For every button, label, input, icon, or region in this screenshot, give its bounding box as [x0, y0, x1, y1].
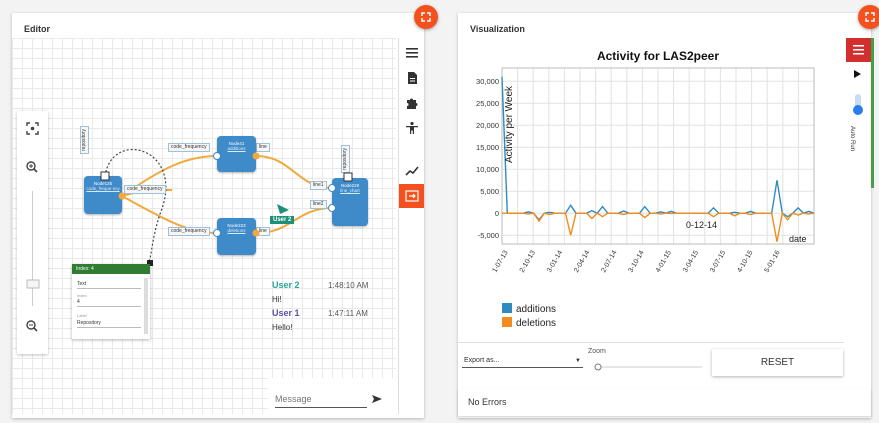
port-input[interactable] — [213, 152, 221, 160]
properties-header: Index: 4 — [72, 264, 150, 274]
x-tick-label: 3-01-14 — [546, 249, 564, 273]
y-tick-label: -5,000 — [478, 231, 499, 240]
y-tick-label: 10,000 — [476, 165, 499, 174]
dropdown-arrow-icon: ▼ — [575, 358, 581, 364]
type-select[interactable]: Text — [77, 281, 141, 289]
editor-title: Editor — [24, 24, 50, 34]
export-select[interactable]: Export as... ▼ — [462, 354, 583, 368]
x-tick-label: 5-01-16 — [764, 249, 782, 273]
y-tick-label: 15,000 — [476, 143, 499, 152]
chat-user: User 1 — [272, 308, 300, 318]
y-tick-label: 30,000 — [476, 77, 499, 86]
menu-icon — [405, 48, 418, 58]
trending-icon — [404, 166, 419, 176]
zoom-slider-thumb[interactable] — [594, 363, 602, 371]
fit-screen-icon[interactable] — [26, 122, 39, 135]
zoom-controls — [17, 111, 48, 354]
person-button[interactable] — [399, 116, 424, 140]
properties-scrollbar[interactable] — [144, 278, 148, 334]
chat-user: User 2 — [272, 280, 300, 290]
visualization-menu-button[interactable] — [846, 38, 871, 62]
play-icon[interactable] — [854, 70, 861, 78]
export-select-value: Export as... — [464, 357, 500, 364]
port-repository[interactable] — [100, 171, 110, 181]
message-area: Message — [268, 378, 396, 414]
zoom-label: Zoom — [588, 348, 606, 355]
index-field[interactable]: 4 — [77, 299, 141, 307]
activity-chart: Activity for LAS2peer -5,000 0 5,000 10,000… — [476, 49, 815, 329]
legend-deletions: deletions — [516, 318, 556, 329]
port-input[interactable] — [328, 204, 336, 212]
x-tick-label: 2-04-14 — [573, 249, 591, 273]
chat-time: 1:47:11 AM — [328, 309, 368, 318]
x-tick-label: 4-10-15 — [736, 249, 754, 273]
legend-swatch-additions — [502, 303, 512, 313]
editor-canvas[interactable]: code_frequency line code_frequency code_… — [12, 38, 396, 414]
viz-side-accent — [871, 38, 874, 188]
exit-button[interactable] — [399, 184, 424, 208]
index-label: Index — [77, 293, 87, 298]
x-tick-label: 3-04-15 — [682, 249, 700, 273]
zoom-out-icon[interactable] — [26, 320, 38, 332]
x-tick-label: 1-07-13 — [492, 249, 510, 273]
exit-icon — [404, 190, 419, 202]
x-tick-label: 4-01-15 — [655, 249, 673, 273]
properties-panel: Index: 4 Text Index 4 Label Repository — [72, 264, 150, 339]
port-input[interactable] — [328, 184, 336, 192]
y-tick-label: 0 — [495, 209, 499, 218]
file-button[interactable] — [399, 66, 424, 90]
y-axis-label: Activity per Week — [504, 85, 515, 163]
legend-additions: additions — [516, 304, 556, 315]
send-icon[interactable] — [370, 392, 384, 406]
zoom-slider-thumb[interactable] — [26, 279, 40, 289]
x-tick-label: 3-10-14 — [628, 249, 646, 273]
y-tick-label: 5,000 — [480, 187, 499, 196]
remote-cursor-icon — [277, 204, 289, 214]
app-root: Editor code_frequency line code_frequenc… — [0, 0, 879, 423]
auto-run-thumb[interactable] — [853, 105, 863, 115]
visualization-title: Visualization — [470, 24, 525, 34]
zoom-in-icon[interactable] — [26, 161, 38, 173]
status-bar: No Errors — [458, 389, 871, 416]
x-tick-label: 2-07-14 — [600, 249, 618, 273]
person-icon — [405, 121, 418, 134]
zoom-slider[interactable] — [592, 361, 704, 373]
port-output[interactable] — [252, 229, 260, 237]
puzzle-icon — [406, 98, 417, 109]
message-input[interactable]: Message — [275, 394, 367, 408]
visualization-fullscreen-button[interactable] — [858, 5, 879, 29]
remote-cursor-label: User 2 — [270, 216, 295, 224]
ports-layer — [100, 152, 353, 237]
menu-icon — [853, 45, 864, 55]
trend-button[interactable] — [399, 159, 424, 183]
chart-title: Activity for LAS2peer — [597, 49, 719, 63]
fullscreen-icon — [865, 12, 875, 22]
chat-message: Hello! — [272, 323, 293, 332]
fullscreen-icon — [421, 12, 431, 22]
port-output[interactable] — [252, 152, 260, 160]
file-icon — [407, 72, 417, 84]
chat-time: 1:48:10 AM — [328, 281, 369, 290]
editor-toolbar — [398, 38, 424, 414]
label-field[interactable]: Repository — [77, 320, 141, 328]
auto-run-label: Auto Run — [849, 126, 855, 152]
x-axis-label: date — [789, 234, 807, 244]
legend-swatch-deletions — [502, 317, 512, 327]
y-tick-label: 20,000 — [476, 121, 499, 130]
reset-button[interactable]: RESET — [712, 349, 843, 376]
x-tick-label: 3-07-15 — [709, 249, 727, 273]
menu-button[interactable] — [399, 41, 424, 65]
x-tick-label: 2-10-13 — [519, 249, 537, 273]
y-tick-label: 25,000 — [476, 99, 499, 108]
port-repository[interactable] — [343, 172, 353, 182]
chat-message: Hi! — [272, 295, 282, 304]
hover-label: 0-12-14 — [686, 220, 717, 230]
port-input[interactable] — [213, 229, 221, 237]
puzzle-button[interactable] — [399, 91, 424, 115]
port-output[interactable] — [118, 192, 126, 200]
editor-fullscreen-button[interactable] — [414, 5, 438, 29]
label-label: Label — [77, 313, 87, 318]
